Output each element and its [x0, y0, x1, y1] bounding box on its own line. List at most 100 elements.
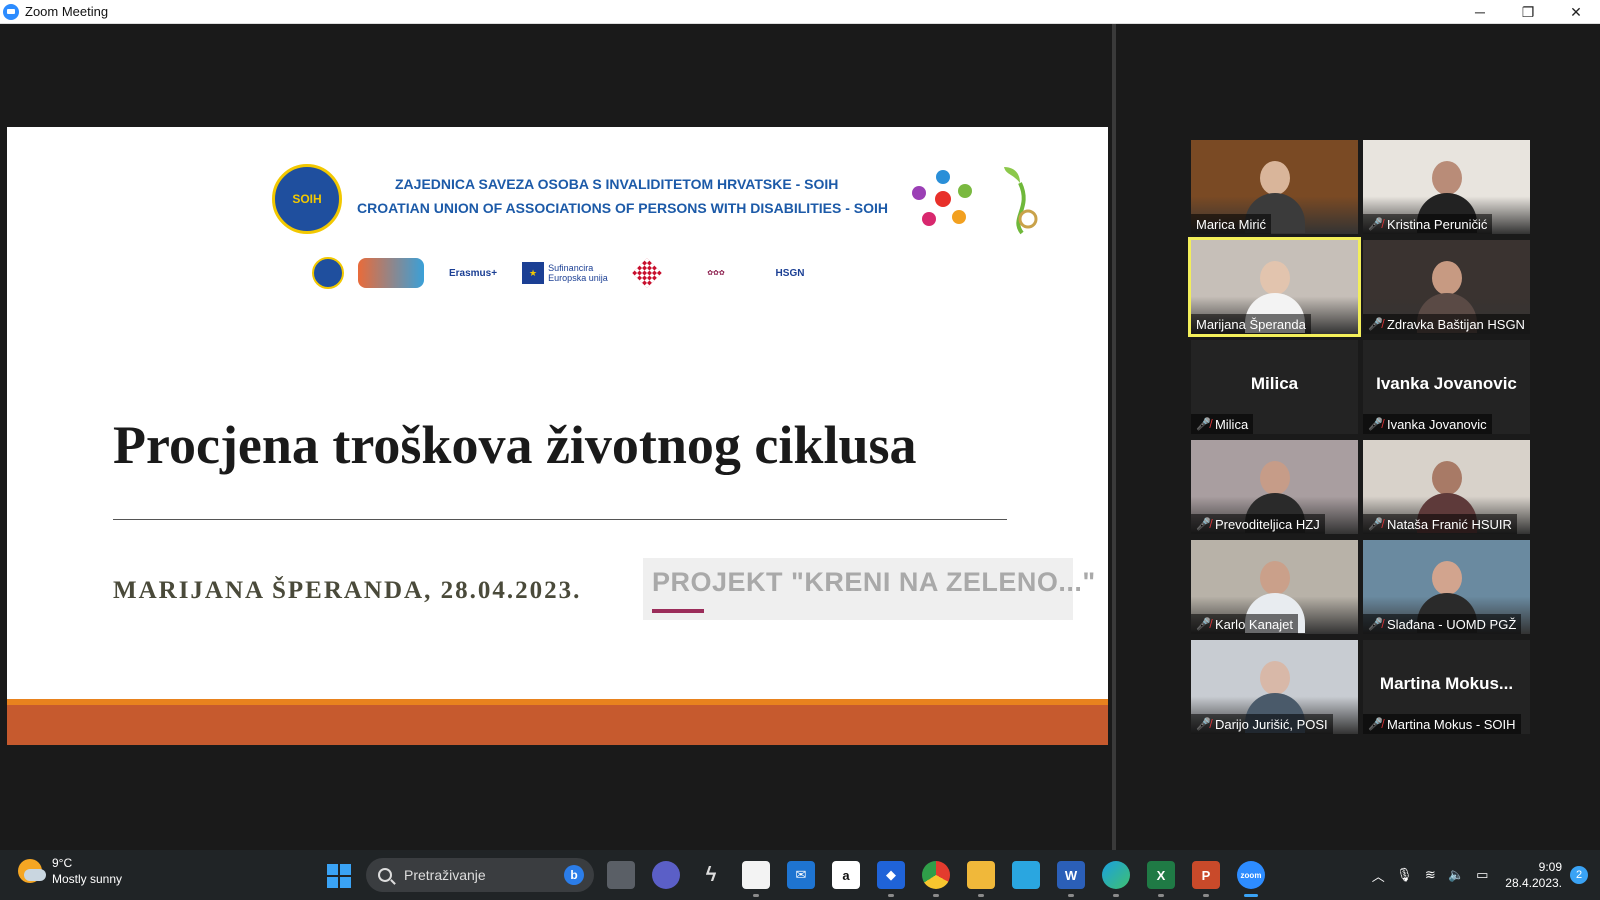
participant-name-label: 🎤̸ Darijo Jurišić, POSI — [1191, 714, 1333, 734]
participant-name: Slađana - UOMD PGŽ — [1386, 616, 1517, 632]
soih-small-logo-icon — [312, 257, 344, 289]
participant-tile[interactable]: 🎤̸ Darijo Jurišić, POSI — [1191, 640, 1358, 734]
participant-display-name: Martina Mokus... — [1379, 674, 1514, 693]
participant-tile[interactable]: 🎤̸ Prevoditeljica HZJ — [1191, 440, 1358, 534]
participant-name-label: 🎤̸ Karlo Kanajet — [1191, 614, 1299, 634]
project-accent-bar — [652, 609, 704, 613]
participant-name: Ivanka Jovanovic — [1386, 416, 1487, 432]
close-button[interactable]: ✕ — [1552, 0, 1600, 24]
participant-tile[interactable]: Marica Mirić — [1191, 140, 1358, 234]
bing-icon[interactable]: b — [564, 865, 584, 885]
participant-head — [1259, 260, 1290, 295]
excel-icon[interactable]: X — [1147, 861, 1175, 897]
muted-microphone-icon: 🎤̸ — [1368, 317, 1383, 331]
muted-microphone-icon: 🎤̸ — [1196, 417, 1211, 431]
lightning-app-icon[interactable]: ϟ — [697, 861, 725, 889]
system-tray: ︿ 🎙 ≋ 🔈 ▭ 9:09 28.4.2023. 2 — [1365, 850, 1600, 900]
windows-start-icon[interactable] — [327, 864, 351, 888]
erasmus-logo: Erasmus+ — [448, 267, 498, 279]
participant-tile[interactable]: Milica 🎤̸ Milica — [1191, 340, 1358, 434]
agency-logo-icon — [358, 258, 424, 288]
participant-name: Martina Mokus - SOIH — [1386, 716, 1516, 732]
participant-tile[interactable]: 🎤̸ Zdravka Baštijan HSGN — [1363, 240, 1530, 334]
participant-head — [1431, 260, 1462, 295]
slide-footer-band — [7, 705, 1108, 745]
battery-icon[interactable]: ▭ — [1471, 864, 1493, 886]
hsgn-logo: HSGN — [775, 267, 805, 279]
window-title: Zoom Meeting — [25, 4, 109, 19]
participant-name-label: 🎤̸ Prevoditeljica HZJ — [1191, 514, 1325, 534]
muted-microphone-icon: 🎤̸ — [1196, 717, 1211, 731]
muted-microphone-icon: 🎤̸ — [1368, 517, 1383, 531]
participant-tile[interactable]: 🎤̸ Karlo Kanajet — [1191, 540, 1358, 634]
participant-name-label: 🎤̸ Milica — [1191, 414, 1254, 434]
participant-head — [1259, 660, 1290, 695]
participant-name: Prevoditeljica HZJ — [1214, 516, 1320, 532]
participant-name: Marica Mirić — [1196, 216, 1267, 232]
teams-chat-icon[interactable] — [652, 861, 680, 889]
wifi-icon[interactable]: ≋ — [1419, 864, 1441, 886]
taskbar-clock[interactable]: 9:09 28.4.2023. — [1505, 859, 1562, 891]
microphone-icon[interactable]: 🎙 — [1393, 864, 1415, 886]
volume-icon[interactable]: 🔈 — [1445, 864, 1467, 886]
minimize-button[interactable]: ─ — [1456, 0, 1504, 24]
participant-tile[interactable]: Marijana Šperanda — [1188, 237, 1361, 337]
participant-name-label: 🎤̸ Zdravka Baštijan HSGN — [1363, 314, 1530, 334]
muted-microphone-icon: 🎤̸ — [1368, 617, 1383, 631]
participant-name-label: Marijana Šperanda — [1191, 314, 1311, 334]
participant-name: Nataša Franić HSUIR — [1386, 516, 1512, 532]
zoom-taskbar-icon[interactable]: zoom — [1237, 861, 1265, 897]
file-explorer-icon[interactable] — [967, 861, 995, 897]
org-name-hr: ZAJEDNICA SAVEZA OSOBA S INVALIDITETOM H… — [395, 176, 839, 192]
shared-screen-slide: SOIH ZAJEDNICA SAVEZA OSOBA S INVALIDITE… — [7, 127, 1108, 745]
taskbar-search[interactable]: Pretraživanje b — [366, 858, 594, 892]
ombudsman-logo-icon: ✿✿✿ — [707, 270, 725, 277]
view-divider[interactable] — [1112, 24, 1116, 850]
croatian-coat-of-arms-icon — [632, 258, 662, 288]
task-view-icon[interactable] — [607, 861, 635, 889]
participant-head — [1431, 160, 1462, 195]
participant-name-label: 🎤̸ Ivanka Jovanovic — [1363, 414, 1492, 434]
weather-description: Mostly sunny — [52, 872, 123, 886]
participant-name-label: 🎤̸ Slađana - UOMD PGŽ — [1363, 614, 1522, 634]
mail-icon[interactable]: ✉ — [787, 861, 815, 889]
powerpoint-icon[interactable]: P — [1192, 861, 1220, 897]
microsoft-store-icon[interactable] — [742, 861, 770, 897]
chrome-icon[interactable] — [922, 861, 950, 897]
project-label-box: PROJEKT "KRENI NA ZELENO..." — [643, 558, 1095, 620]
participant-tile[interactable]: 🎤̸ Nataša Franić HSUIR — [1363, 440, 1530, 534]
participant-name: Zdravka Baštijan HSGN — [1386, 316, 1525, 332]
clock-date: 28.4.2023. — [1505, 876, 1562, 890]
muted-microphone-icon: 🎤̸ — [1368, 217, 1383, 231]
remote-desktop-icon[interactable] — [1012, 861, 1040, 889]
edge-icon[interactable] — [1102, 861, 1130, 897]
participant-name-label: Marica Mirić — [1191, 214, 1272, 234]
muted-microphone-icon: 🎤̸ — [1368, 417, 1383, 431]
amazon-icon[interactable]: a — [832, 861, 860, 889]
participant-head — [1259, 560, 1290, 595]
participant-tile[interactable]: 🎤̸ Slađana - UOMD PGŽ — [1363, 540, 1530, 634]
slide-divider — [113, 519, 1007, 520]
word-icon[interactable]: W — [1057, 861, 1085, 897]
participant-tile[interactable]: 🎤̸ Kristina Peruničić — [1363, 140, 1530, 234]
weather-widget[interactable]: 9°C Mostly sunny — [18, 855, 122, 887]
chevron-up-icon[interactable]: ︿ — [1367, 864, 1389, 886]
participant-name: Milica — [1214, 416, 1249, 432]
notification-badge[interactable]: 2 — [1570, 866, 1588, 884]
restore-button[interactable]: ❐ — [1504, 0, 1552, 24]
eu-cofunded-text: Sufinancira Europska unija — [548, 263, 608, 283]
participant-head — [1431, 460, 1462, 495]
participant-name-label: 🎤̸ Nataša Franić HSUIR — [1363, 514, 1517, 534]
participant-name: Kristina Peruničić — [1386, 216, 1488, 232]
weather-sun-icon — [18, 859, 46, 883]
flower-logo-icon — [912, 170, 972, 226]
participant-tile[interactable]: Ivanka Jovanovic 🎤̸ Ivanka Jovanovic — [1363, 340, 1530, 434]
participant-head — [1259, 160, 1290, 195]
slide-author-date: MARIJANA ŠPERANDA, 28.04.2023. — [113, 577, 582, 604]
org-name-en: CROATIAN UNION OF ASSOCIATIONS OF PERSON… — [357, 200, 888, 216]
muted-microphone-icon: 🎤̸ — [1196, 617, 1211, 631]
sprout-logo-icon — [1004, 167, 1038, 235]
dropbox-icon[interactable]: ◆ — [877, 861, 905, 897]
clock-time: 9:09 — [1538, 860, 1562, 874]
participant-tile[interactable]: Martina Mokus... 🎤̸ Martina Mokus - SOIH — [1363, 640, 1530, 734]
